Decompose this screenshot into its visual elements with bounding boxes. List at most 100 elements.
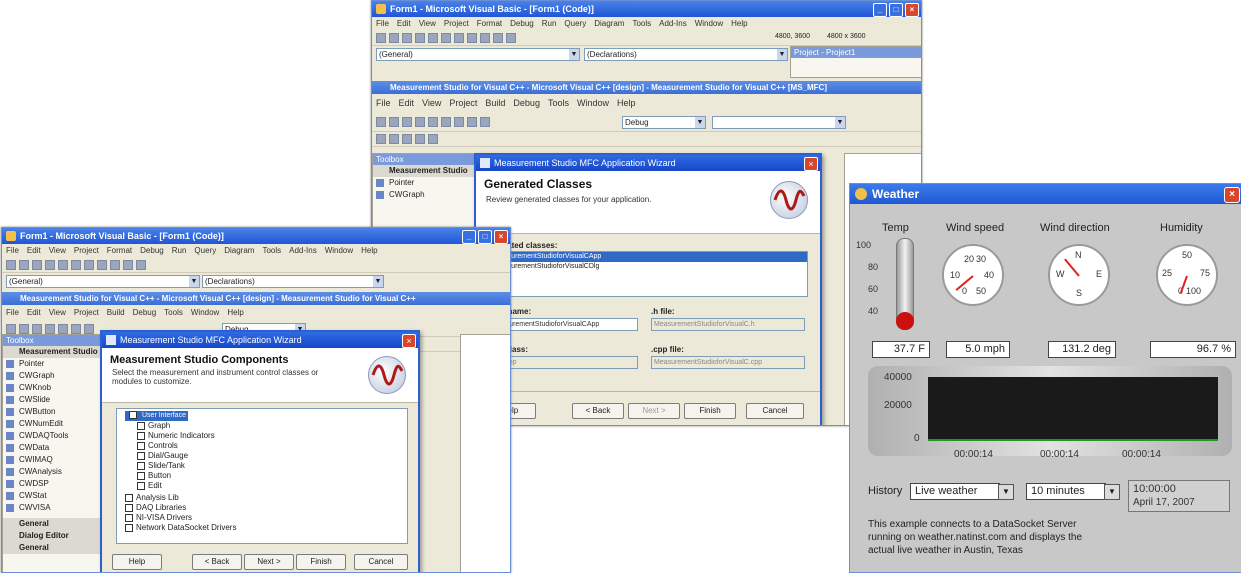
tree-item[interactable]: Numeric Indicators <box>137 431 215 441</box>
checkbox-icon[interactable] <box>129 411 137 420</box>
find-combo[interactable]: ▼ <box>712 116 846 129</box>
stop-icon[interactable] <box>136 260 146 270</box>
back-button[interactable]: < Back <box>572 403 624 419</box>
menu-tools[interactable]: Tools <box>262 246 281 255</box>
close-icon[interactable]: × <box>905 3 919 17</box>
toolbox-section-general2[interactable]: General <box>3 542 101 554</box>
menu-format[interactable]: Format <box>107 246 132 255</box>
vc-menu-file[interactable]: File <box>376 98 391 108</box>
toolbox-item[interactable]: CWButton <box>3 406 101 418</box>
tree-item[interactable]: User Interface <box>125 411 188 421</box>
toolbox-section-front[interactable]: Measurement Studio <box>3 346 101 358</box>
checkbox-icon[interactable] <box>137 471 145 480</box>
next-button[interactable]: Next > <box>244 554 294 570</box>
cut-icon[interactable] <box>415 33 425 43</box>
checkbox-icon[interactable] <box>125 523 133 532</box>
checkbox-icon[interactable] <box>125 503 133 512</box>
copy-icon[interactable] <box>58 260 68 270</box>
vc-menu-edit[interactable]: Edit <box>27 308 41 317</box>
chevron-down-icon[interactable]: ▼ <box>1104 484 1120 500</box>
new-icon[interactable] <box>376 33 386 43</box>
cut-icon[interactable] <box>428 117 438 127</box>
align-right-icon[interactable] <box>402 134 412 144</box>
menu-diagram[interactable]: Diagram <box>224 246 254 255</box>
paste-icon[interactable] <box>84 324 94 334</box>
help-button[interactable]: Help <box>112 554 162 570</box>
undo-icon[interactable] <box>454 33 464 43</box>
vc-menu-view[interactable]: View <box>49 308 66 317</box>
maximize-icon[interactable]: □ <box>478 230 492 244</box>
toolbox-item[interactable]: CWDSP <box>3 478 101 490</box>
save-icon[interactable] <box>402 33 412 43</box>
vc-menu-project[interactable]: Project <box>449 98 477 108</box>
checkbox-icon[interactable] <box>125 513 133 522</box>
menu-addins[interactable]: Add-Ins <box>289 246 317 255</box>
menu-addins[interactable]: Add-Ins <box>659 19 687 28</box>
toolbox-item[interactable]: Pointer <box>373 177 475 189</box>
save-all-icon[interactable] <box>415 117 425 127</box>
tree-item[interactable]: Edit <box>137 481 162 491</box>
finish-button[interactable]: Finish <box>296 554 346 570</box>
vc-menu-build[interactable]: Build <box>485 98 505 108</box>
cut-icon[interactable] <box>45 260 55 270</box>
menu-run[interactable]: Run <box>542 19 557 28</box>
pause-icon[interactable] <box>493 33 503 43</box>
vc-menu-build[interactable]: Build <box>107 308 125 317</box>
menu-query[interactable]: Query <box>194 246 216 255</box>
vc-menu-help[interactable]: Help <box>617 98 636 108</box>
toolbox-item[interactable]: CWVISA <box>3 502 101 514</box>
menu-help[interactable]: Help <box>731 19 747 28</box>
toolbox-item[interactable]: CWGraph <box>3 370 101 382</box>
menu-window[interactable]: Window <box>695 19 723 28</box>
checkbox-icon[interactable] <box>137 481 145 490</box>
redo-icon[interactable] <box>480 117 490 127</box>
cancel-button[interactable]: Cancel <box>746 403 804 419</box>
open-icon[interactable] <box>389 117 399 127</box>
paste-icon[interactable] <box>454 117 464 127</box>
vc-menu-debug[interactable]: Debug <box>513 98 540 108</box>
toolbox-item[interactable]: CWKnob <box>3 382 101 394</box>
paste-icon[interactable] <box>71 260 81 270</box>
undo-icon[interactable] <box>84 260 94 270</box>
menu-run[interactable]: Run <box>172 246 187 255</box>
new-project-icon[interactable] <box>376 117 386 127</box>
copy-icon[interactable] <box>428 33 438 43</box>
checkbox-icon[interactable] <box>125 493 133 502</box>
tree-item[interactable]: Controls <box>137 441 178 451</box>
copy-icon[interactable] <box>441 117 451 127</box>
align-center-icon[interactable] <box>389 134 399 144</box>
menu-help[interactable]: Help <box>361 246 377 255</box>
menu-view[interactable]: View <box>49 246 66 255</box>
cut-icon[interactable] <box>58 324 68 334</box>
classes-list[interactable]: CMeasurementStudioforVisualCApp CMeasure… <box>484 251 808 297</box>
menu-project[interactable]: Project <box>444 19 469 28</box>
minimize-icon[interactable]: _ <box>462 230 476 244</box>
minimize-icon[interactable]: _ <box>873 3 887 17</box>
vc-menu-view[interactable]: View <box>422 98 441 108</box>
run-icon[interactable] <box>480 33 490 43</box>
vc-menu-edit[interactable]: Edit <box>399 98 415 108</box>
tree-item[interactable]: Network DataSocket Drivers <box>125 523 236 533</box>
toolbox-item[interactable]: CWAnalysis <box>3 466 101 478</box>
checkbox-icon[interactable] <box>137 461 145 470</box>
checkbox-icon[interactable] <box>137 421 145 430</box>
chevron-down-icon[interactable]: ▼ <box>998 484 1014 500</box>
checkbox-icon[interactable] <box>137 431 145 440</box>
menu-edit[interactable]: Edit <box>27 246 41 255</box>
menu-window[interactable]: Window <box>325 246 353 255</box>
back-button[interactable]: < Back <box>192 554 242 570</box>
close-icon[interactable]: × <box>804 157 818 171</box>
vc-menu-window[interactable]: Window <box>191 308 219 317</box>
open-icon[interactable] <box>19 260 29 270</box>
vc-menu-project[interactable]: Project <box>74 308 99 317</box>
tree-item[interactable]: Analysis Lib <box>125 493 179 503</box>
toolbox-item[interactable]: CWData <box>3 442 101 454</box>
open-icon[interactable] <box>19 324 29 334</box>
save-all-icon[interactable] <box>45 324 55 334</box>
undo-icon[interactable] <box>467 117 477 127</box>
toolbox-item[interactable]: CWNumEdit <box>3 418 101 430</box>
toolbox-section-general[interactable]: General <box>3 518 101 530</box>
tree-item[interactable]: Button <box>137 471 171 481</box>
toolbox-item[interactable]: CWSlide <box>3 394 101 406</box>
menu-debug[interactable]: Debug <box>140 246 164 255</box>
